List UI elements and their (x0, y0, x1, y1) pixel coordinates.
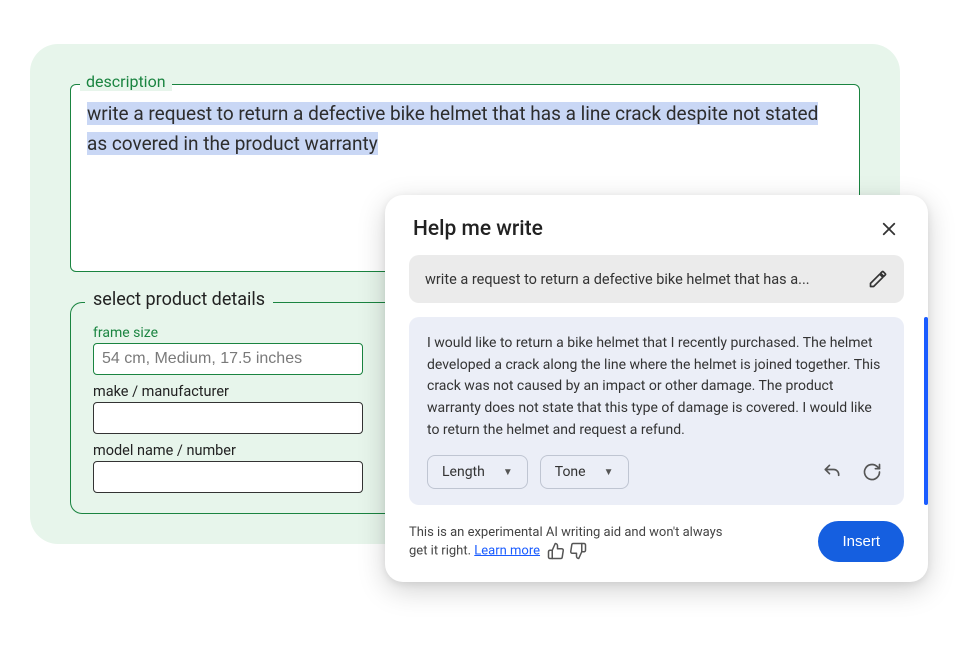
hmw-title: Help me write (413, 217, 543, 241)
hmw-header: Help me write (385, 195, 928, 255)
description-label: description (80, 72, 172, 91)
hmw-accent-bar (924, 317, 928, 505)
length-select[interactable]: Length ▼ (427, 455, 528, 489)
edit-icon[interactable] (868, 269, 888, 289)
hmw-result-wrap: I would like to return a bike helmet tha… (409, 317, 904, 505)
thumbs-up-icon[interactable] (547, 542, 565, 560)
hmw-body: write a request to return a defective bi… (385, 255, 928, 505)
close-icon[interactable] (878, 218, 900, 240)
thumbs-down-icon[interactable] (569, 542, 587, 560)
frame-size-input[interactable] (93, 343, 363, 375)
hmw-disclaimer: This is an experimental AI writing aid a… (409, 524, 729, 561)
hmw-result-card: I would like to return a bike helmet tha… (409, 317, 904, 505)
model-input[interactable] (93, 461, 363, 493)
learn-more-link[interactable]: Learn more (474, 543, 540, 558)
hmw-controls: Length ▼ Tone ▼ (427, 455, 886, 489)
tone-select[interactable]: Tone ▼ (540, 455, 629, 489)
make-input[interactable] (93, 402, 363, 434)
help-me-write-panel: Help me write write a request to return … (385, 195, 928, 582)
product-details-legend: select product details (85, 289, 273, 310)
hmw-prompt-text: write a request to return a defective bi… (425, 271, 858, 288)
undo-icon[interactable] (818, 458, 846, 486)
length-select-label: Length (442, 464, 485, 480)
hmw-result-text: I would like to return a bike helmet tha… (427, 333, 886, 441)
insert-button[interactable]: Insert (818, 521, 904, 562)
description-text: write a request to return a defective bi… (87, 99, 843, 160)
chevron-down-icon: ▼ (604, 467, 614, 478)
chevron-down-icon: ▼ (503, 467, 513, 478)
tone-select-label: Tone (555, 464, 586, 480)
hmw-footer: This is an experimental AI writing aid a… (385, 505, 928, 582)
hmw-prompt-row[interactable]: write a request to return a defective bi… (409, 255, 904, 303)
refresh-icon[interactable] (858, 458, 886, 486)
